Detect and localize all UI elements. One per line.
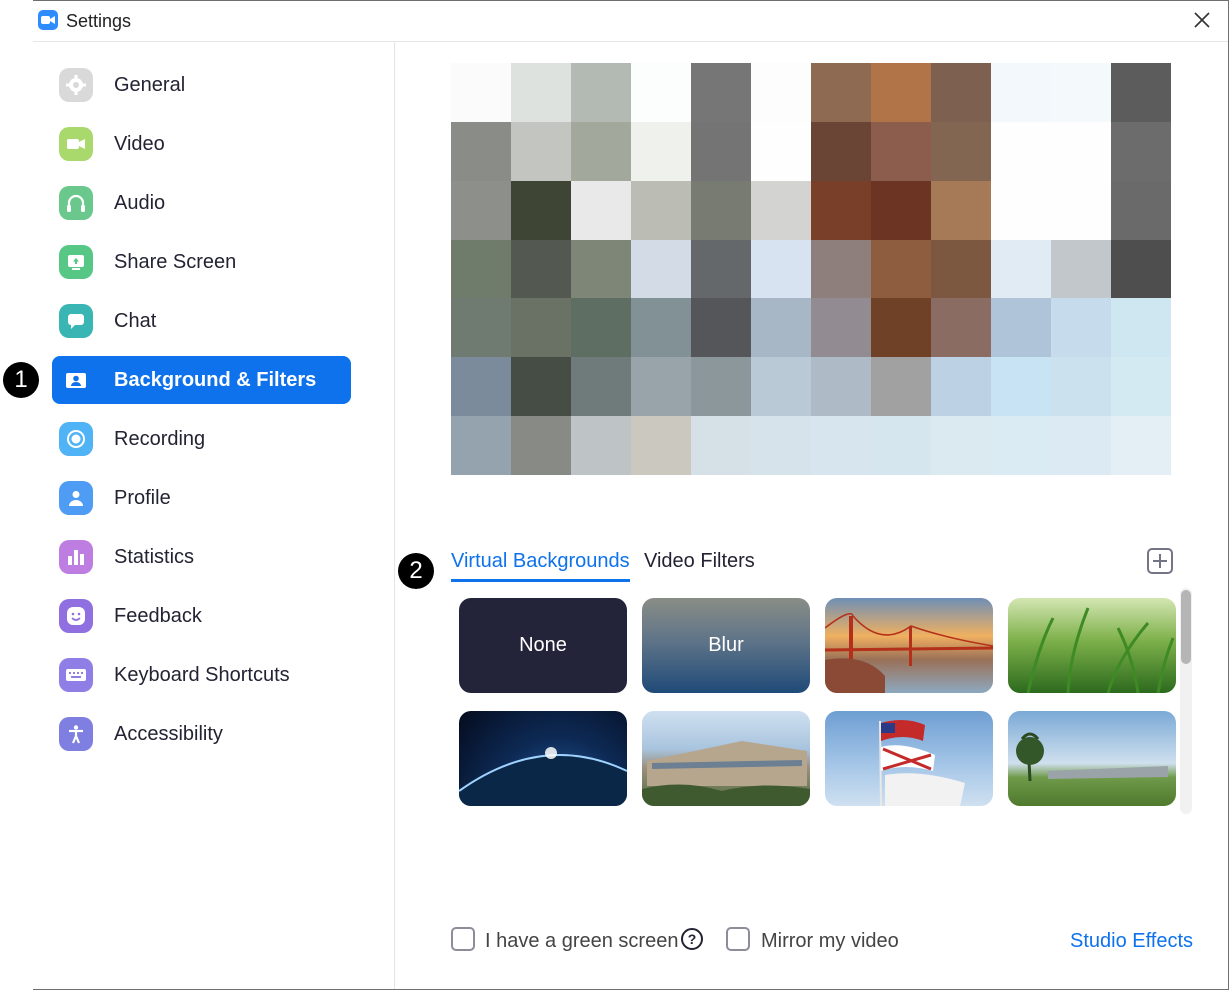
mirror-video-label: Mirror my video xyxy=(761,930,899,952)
background-golden-gate-bridge[interactable] xyxy=(825,598,993,693)
record-icon xyxy=(59,422,93,456)
title-bar: Settings xyxy=(33,1,1228,42)
sidebar-item-label: Chat xyxy=(114,310,157,332)
sidebar-item-video[interactable]: Video xyxy=(52,120,351,168)
keyboard-icon xyxy=(59,658,93,692)
video-camera-icon xyxy=(59,127,93,161)
sidebar-item-label: Statistics xyxy=(114,546,195,568)
help-icon[interactable]: ? xyxy=(681,928,703,950)
background-earth-from-space[interactable] xyxy=(459,711,627,806)
background-campus-lawn[interactable] xyxy=(1008,711,1176,806)
person-card-icon xyxy=(59,363,93,397)
sidebar-item-general[interactable]: General xyxy=(52,61,351,109)
close-button[interactable] xyxy=(1189,9,1215,33)
sidebar-item-accessibility[interactable]: Accessibility xyxy=(52,710,351,758)
share-screen-icon xyxy=(59,245,93,279)
accessibility-icon xyxy=(59,717,93,751)
bar-chart-icon xyxy=(59,540,93,574)
sidebar-item-share-screen[interactable]: Share Screen xyxy=(52,238,351,286)
annotation-badge-2: 2 xyxy=(398,553,434,589)
background-college-building[interactable] xyxy=(642,711,810,806)
settings-window: Settings General Video Audio Share Scree… xyxy=(33,0,1229,990)
green-screen-label: I have a green screen xyxy=(485,930,679,952)
sidebar-item-profile[interactable]: Profile xyxy=(52,474,351,522)
add-background-button[interactable] xyxy=(1147,548,1173,574)
sidebar-item-recording[interactable]: Recording xyxy=(52,415,351,463)
sidebar-item-keyboard-shortcuts[interactable]: Keyboard Shortcuts xyxy=(52,651,351,699)
close-icon xyxy=(1194,12,1210,28)
background-label: Blur xyxy=(708,634,744,656)
sidebar-item-background-filters[interactable]: Background & Filters xyxy=(52,356,351,404)
sidebar-item-chat[interactable]: Chat xyxy=(52,297,351,345)
sidebar-item-label: Accessibility xyxy=(114,723,223,745)
sidebar-item-label: Keyboard Shortcuts xyxy=(114,664,290,686)
background-label: None xyxy=(519,634,567,656)
settings-sidebar: General Video Audio Share Screen Chat Ba… xyxy=(33,42,395,989)
mirror-video-checkbox[interactable] xyxy=(726,927,750,951)
background-filters-panel: Virtual Backgrounds Video Filters None B… xyxy=(395,42,1228,989)
scrollbar-thumb[interactable] xyxy=(1181,590,1191,664)
background-window-edge xyxy=(0,0,34,990)
window-title: Settings xyxy=(66,11,132,31)
zoom-app-icon xyxy=(38,10,58,30)
sidebar-item-label: Background & Filters xyxy=(114,369,317,391)
tab-virtual-backgrounds[interactable]: Virtual Backgrounds xyxy=(451,550,630,582)
sidebar-item-label: Feedback xyxy=(114,605,202,627)
person-icon xyxy=(59,481,93,515)
background-none[interactable]: None xyxy=(459,598,627,693)
background-blur[interactable]: Blur xyxy=(642,598,810,693)
gear-icon xyxy=(59,68,93,102)
background-grass[interactable] xyxy=(1008,598,1176,693)
sidebar-item-label: Recording xyxy=(114,428,206,450)
headphones-icon xyxy=(59,186,93,220)
sidebar-item-feedback[interactable]: Feedback xyxy=(52,592,351,640)
chat-bubble-icon xyxy=(59,304,93,338)
backgrounds-scrollbar[interactable] xyxy=(1180,588,1192,814)
sidebar-item-label: Video xyxy=(114,133,165,155)
sidebar-item-label: Audio xyxy=(114,192,166,214)
sidebar-item-label: Profile xyxy=(114,487,171,509)
sidebar-item-audio[interactable]: Audio xyxy=(52,179,351,227)
tab-video-filters[interactable]: Video Filters xyxy=(644,550,755,573)
green-screen-checkbox[interactable] xyxy=(451,927,475,951)
background-flags[interactable] xyxy=(825,711,993,806)
sidebar-item-label: Share Screen xyxy=(114,251,237,273)
sidebar-item-label: General xyxy=(114,74,186,96)
camera-preview xyxy=(451,63,1171,475)
annotation-badge-1: 1 xyxy=(3,362,39,398)
smiley-icon xyxy=(59,599,93,633)
studio-effects-link[interactable]: Studio Effects xyxy=(1070,930,1193,953)
sidebar-item-statistics[interactable]: Statistics xyxy=(52,533,351,581)
